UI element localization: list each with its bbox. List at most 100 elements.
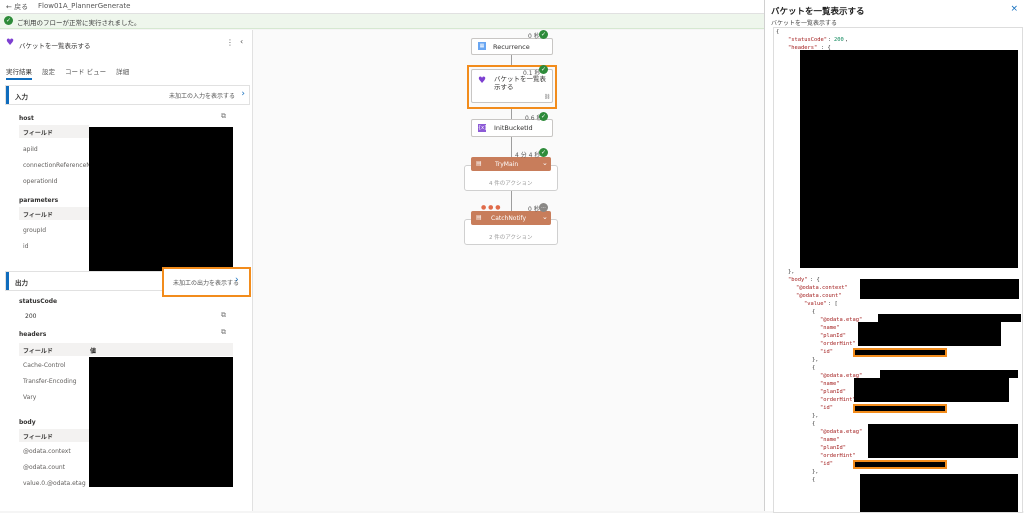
id-key: "id" [820,405,833,411]
bucket-id-highlight [853,348,947,357]
status-code-value: 200 [25,313,37,320]
copy-icon[interactable]: ⧉ [221,112,226,121]
redacted-block [868,424,1018,458]
input-section-header[interactable]: 入力 未加工の入力を表示する › [5,85,250,105]
node-recurrence[interactable]: ▦ Recurrence [471,38,553,55]
node-name: CatchNotify [491,215,527,222]
more-options-icon[interactable]: ⋮ [226,38,234,47]
planner-icon: ♥ [478,76,487,86]
header-field-row: Transfer-Encoding [23,378,77,385]
status-key: "statusCode" [788,37,827,43]
skipped-icon: ... [539,203,548,212]
node-list-buckets[interactable]: ♥ バケットを一覧表示する ⛓ [471,69,553,103]
node-catch-notify[interactable]: ▤ CatchNotify ⌄ [471,211,551,225]
json-viewer[interactable]: { "statusCode" : 200 , "headers" : { }, … [773,27,1023,513]
show-raw-input-link[interactable]: 未加工の入力を表示する [169,91,235,100]
duration-label: 4 分 4 秒 [515,152,541,159]
header-field-row: Vary [23,394,37,401]
run-after-indicator: ● ● ● [481,204,501,211]
success-banner: ✓ ご利用のフローが正常に実行されました。 [0,14,764,29]
node-name: TryMain [495,161,519,168]
scope-icon: ▤ [476,160,482,167]
value-header: 値 [90,348,97,355]
action-detail-panel: ♥ バケットを一覧表示する ⋮ ‹ 実行結果 設定 コード ビュー 詳細 入力 未加工… [0,30,253,511]
node-name: Recurrence [493,43,530,51]
body-field-row: @odata.count [23,464,66,471]
headers-label: headers [19,331,47,338]
success-icon: ✓ [539,112,548,121]
param-field-row: id [23,243,29,250]
odata-context-key: "@odata.context" [796,285,848,291]
schedule-icon: ▦ [478,42,486,50]
input-title: 入力 [15,93,28,101]
node-try-main[interactable]: ▤ TryMain ⌄ [471,157,551,171]
odata-count-key: "@odata.count" [796,293,842,299]
redacted-block [89,127,233,285]
body-field-row: value.0.@odata.etag [23,480,86,487]
tab-bar: 実行結果 設定 コード ビュー 詳細 [6,66,139,80]
id-key: "id" [820,461,833,467]
copy-icon[interactable]: ⧉ [221,311,226,320]
success-icon: ✓ [539,65,548,74]
show-raw-output-link: 未加工の出力を表示する [173,280,240,287]
tab-details[interactable]: 詳細 [116,68,129,76]
action-count: 4 件のアクション [489,181,533,187]
redacted-block [800,50,1018,268]
action-count: 2 件のアクション [489,235,533,241]
redacted-block [858,322,1001,346]
collapse-icon[interactable]: ‹ [240,37,243,46]
close-icon[interactable]: × [1010,4,1018,14]
code-line: { [776,29,780,35]
duration-label: 0 秒 [528,33,540,40]
etag-key: "@odata.etag" [820,317,863,323]
header-field-row: Cache-Control [23,362,66,369]
redacted-block [89,357,233,487]
field-header: フィールド [23,212,53,219]
chevron-right-icon: › [241,89,245,99]
body-table-header: フィールド [19,429,89,442]
success-icon: ✓ [539,30,548,39]
name-key: "name" [820,437,840,443]
duration-label: 0.1 秒 [523,70,541,77]
chevron-down-icon[interactable]: ⌄ [542,159,548,167]
flow-canvas: ▦ Recurrence 0 秒 ✓ ♥ バケットを一覧表示する ⛓ 0.1 秒… [253,30,764,511]
tab-code-view[interactable]: コード ビュー [65,68,106,76]
plan-id-key: "planId" [820,333,846,339]
name-key: "name" [820,381,840,387]
output-title: 出力 [15,279,28,287]
host-field-row: apiId [23,146,38,153]
success-icon: ✓ [539,148,548,157]
input-header-bar: 入力 未加工の入力を表示する › [6,86,249,104]
banner-text: ご利用のフローが正常に実行されました。 [17,19,141,27]
chevron-right-icon: › [235,275,239,285]
action-title: バケットを一覧表示する [19,42,91,50]
show-raw-output-button[interactable]: 未加工の出力を表示する › [162,267,251,297]
panel-title: バケットを一覧表示する [771,7,865,17]
field-header: フィールド [23,434,53,441]
tab-run-result[interactable]: 実行結果 [6,68,32,80]
param-field-row: groupId [23,227,47,234]
back-button[interactable]: ← 戻る [6,2,28,12]
headers-table-header: フィールド 値 [19,343,233,356]
copy-icon[interactable]: ⧉ [221,328,226,337]
status-value: 200 [834,37,844,43]
body-field-row: @odata.context [23,448,71,455]
body-key: "body" [788,277,808,283]
redacted-block [878,314,1021,322]
order-hint-key: "orderHint" [820,453,856,459]
host-field-row: connectionReferenceN... [23,162,97,169]
redacted-block [860,279,1019,299]
redacted-block [880,370,1018,378]
parameters-label: parameters [19,197,59,204]
order-hint-key: "orderHint" [820,341,856,347]
host-label: host [19,115,34,122]
field-header: フィールド [23,348,53,355]
flow-name: Flow01A_PlannerGenerate [38,2,131,10]
panel-subtitle: バケットを一覧表示する [771,20,838,27]
bucket-id-highlight [853,460,947,469]
field-header: フィールド [23,130,53,137]
host-table-header: フィールド [19,125,89,138]
body-label: body [19,419,36,426]
chevron-down-icon[interactable]: ⌄ [542,213,548,221]
tab-settings[interactable]: 設定 [42,68,55,76]
